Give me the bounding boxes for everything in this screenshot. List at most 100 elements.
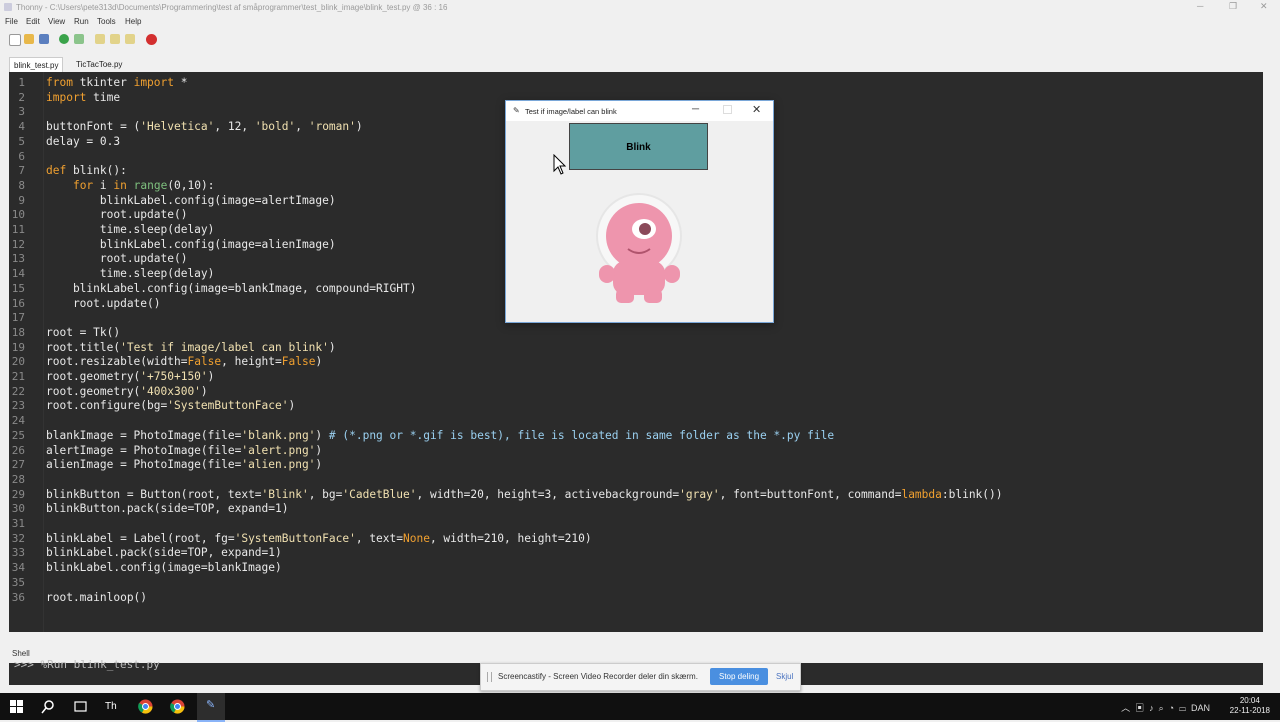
step-over-icon[interactable] <box>95 34 105 44</box>
menu-file[interactable]: File <box>5 17 18 26</box>
new-file-icon[interactable] <box>9 34 21 46</box>
menu-run[interactable]: Run <box>74 17 89 26</box>
code-line[interactable]: root.update() <box>46 252 188 267</box>
code-line[interactable]: delay = 0.3 <box>46 135 120 150</box>
line-number: 24 <box>11 414 25 428</box>
code-line[interactable]: from tkinter import * <box>46 76 187 91</box>
line-number: 12 <box>11 237 25 251</box>
screencastify-bar: Screencastify - Screen Video Recorder de… <box>480 663 801 691</box>
tk-window-title: Test if image/label can blink <box>525 107 617 116</box>
menu-edit[interactable]: Edit <box>26 17 40 26</box>
code-line[interactable]: def blink(): <box>46 164 127 179</box>
code-line[interactable]: for i in range(0,10): <box>46 179 215 194</box>
stop-sharing-button[interactable]: Stop deling <box>710 668 768 685</box>
code-line[interactable]: blankImage = PhotoImage(file='blank.png'… <box>46 429 834 444</box>
windows-start-icon[interactable] <box>9 699 24 714</box>
line-number: 15 <box>11 281 25 295</box>
run-icon[interactable] <box>59 34 69 44</box>
clock-time: 20:04 <box>1239 696 1260 705</box>
line-number: 36 <box>11 590 25 604</box>
line-number: 31 <box>11 517 25 530</box>
line-number: 22 <box>11 384 25 398</box>
minimize-icon[interactable]: ─ <box>1197 1 1203 11</box>
line-number: 29 <box>11 487 25 501</box>
step-out-icon[interactable] <box>125 34 135 44</box>
code-line[interactable]: root.update() <box>46 297 161 312</box>
close-icon[interactable]: ✕ <box>1260 1 1268 12</box>
taskbar: Th ✎ ︿ ▣ ♪ ⌕ ◔ ▭ DAN 20:04 22-11-2018 <box>0 693 1280 722</box>
line-number: 13 <box>11 252 25 266</box>
clock[interactable]: 20:04 22-11-2018 <box>1230 696 1270 716</box>
clock-date: 22-11-2018 <box>1229 706 1270 715</box>
tk-app-taskbar-icon[interactable]: ✎ <box>197 693 225 722</box>
tab-blink-test[interactable]: blink_test.py <box>9 57 64 73</box>
code-line[interactable]: root = Tk() <box>46 326 120 341</box>
thonny-taskbar-icon[interactable]: Th <box>105 699 120 714</box>
tk-close-icon[interactable]: ✕ <box>752 103 761 116</box>
stop-icon[interactable] <box>146 34 157 45</box>
line-number: 8 <box>18 178 25 192</box>
tk-window: ✎ Test if image/label can blink ─ ✕ Blin… <box>505 100 774 323</box>
shell-output: >>> %Run blink_test.py <box>14 658 160 671</box>
line-number: 32 <box>11 531 25 545</box>
language-indicator[interactable]: DAN <box>1191 703 1210 713</box>
line-number: 27 <box>11 458 25 472</box>
code-line[interactable]: blinkLabel.config(image=alienImage) <box>46 238 336 253</box>
shell-tab[interactable]: Shell <box>12 649 30 658</box>
code-line[interactable]: blinkLabel.pack(side=TOP, expand=1) <box>46 546 282 561</box>
window-title: Thonny - C:\Users\pete313d\Documents\Pro… <box>16 3 448 12</box>
code-line[interactable]: import time <box>46 91 120 106</box>
line-number: 11 <box>11 223 25 236</box>
code-line[interactable]: blinkLabel.config(image=blankImage) <box>46 561 282 576</box>
code-line[interactable]: time.sleep(delay) <box>46 267 215 282</box>
thonny-app-icon <box>4 3 12 11</box>
save-icon[interactable] <box>39 34 49 44</box>
code-line[interactable]: alertImage = PhotoImage(file='alert.png'… <box>46 444 322 459</box>
code-line[interactable]: root.resizable(width=False, height=False… <box>46 355 322 370</box>
mouse-cursor-icon <box>553 154 567 175</box>
line-number: 6 <box>18 149 25 163</box>
line-number: 4 <box>18 120 25 134</box>
task-view-icon[interactable] <box>73 699 88 714</box>
debug-icon[interactable] <box>74 34 84 44</box>
code-line[interactable]: root.title('Test if image/label can blin… <box>46 341 336 356</box>
code-line[interactable]: root.configure(bg='SystemButtonFace') <box>46 399 295 414</box>
code-line[interactable]: time.sleep(delay) <box>46 223 215 238</box>
search-icon[interactable] <box>41 699 56 714</box>
code-line[interactable]: root.mainloop() <box>46 591 147 606</box>
menu-tools[interactable]: Tools <box>97 17 116 26</box>
code-line[interactable]: root.geometry('+750+150') <box>46 370 214 385</box>
tk-minimize-icon[interactable]: ─ <box>692 104 699 115</box>
line-number: 3 <box>18 105 25 119</box>
code-line[interactable]: blinkButton = Button(root, text='Blink',… <box>46 488 1003 503</box>
code-line[interactable]: blinkLabel.config(image=alertImage) <box>46 194 336 209</box>
chrome-icon[interactable] <box>138 699 153 714</box>
system-tray[interactable]: ︿ ▣ ♪ ⌕ ◔ ▭ DAN <box>1121 701 1210 714</box>
line-number: 7 <box>18 164 25 178</box>
hide-button[interactable]: Skjul <box>776 672 793 681</box>
tab-tictactoe[interactable]: TicTacToe.py <box>72 57 126 72</box>
code-line[interactable]: root.update() <box>46 208 188 223</box>
line-number: 21 <box>11 370 25 383</box>
code-line[interactable]: root.geometry('400x300') <box>46 385 208 400</box>
line-number: 18 <box>11 325 25 339</box>
menu-bar: File Edit View Run Tools Help <box>0 15 1280 29</box>
code-line[interactable]: blinkLabel.config(image=blankImage, comp… <box>46 282 417 297</box>
open-file-icon[interactable] <box>24 34 34 44</box>
alien-image <box>596 193 682 303</box>
line-number: 10 <box>11 208 25 222</box>
step-into-icon[interactable] <box>110 34 120 44</box>
blink-button[interactable]: Blink <box>569 123 708 170</box>
code-line[interactable]: buttonFont = ('Helvetica', 12, 'bold', '… <box>46 120 363 135</box>
line-number: 35 <box>11 575 25 589</box>
code-line[interactable]: blinkLabel = Label(root, fg='SystemButto… <box>46 532 592 547</box>
chrome-icon[interactable] <box>170 699 185 714</box>
menu-help[interactable]: Help <box>125 17 141 26</box>
code-line[interactable]: alienImage = PhotoImage(file='alien.png'… <box>46 458 322 473</box>
menu-view[interactable]: View <box>48 17 65 26</box>
code-line[interactable]: blinkButton.pack(side=TOP, expand=1) <box>46 502 288 517</box>
restore-icon[interactable]: ❐ <box>1229 1 1237 12</box>
line-number: 23 <box>11 399 25 413</box>
line-number: 34 <box>11 561 25 575</box>
drag-handle-icon[interactable] <box>487 672 492 682</box>
